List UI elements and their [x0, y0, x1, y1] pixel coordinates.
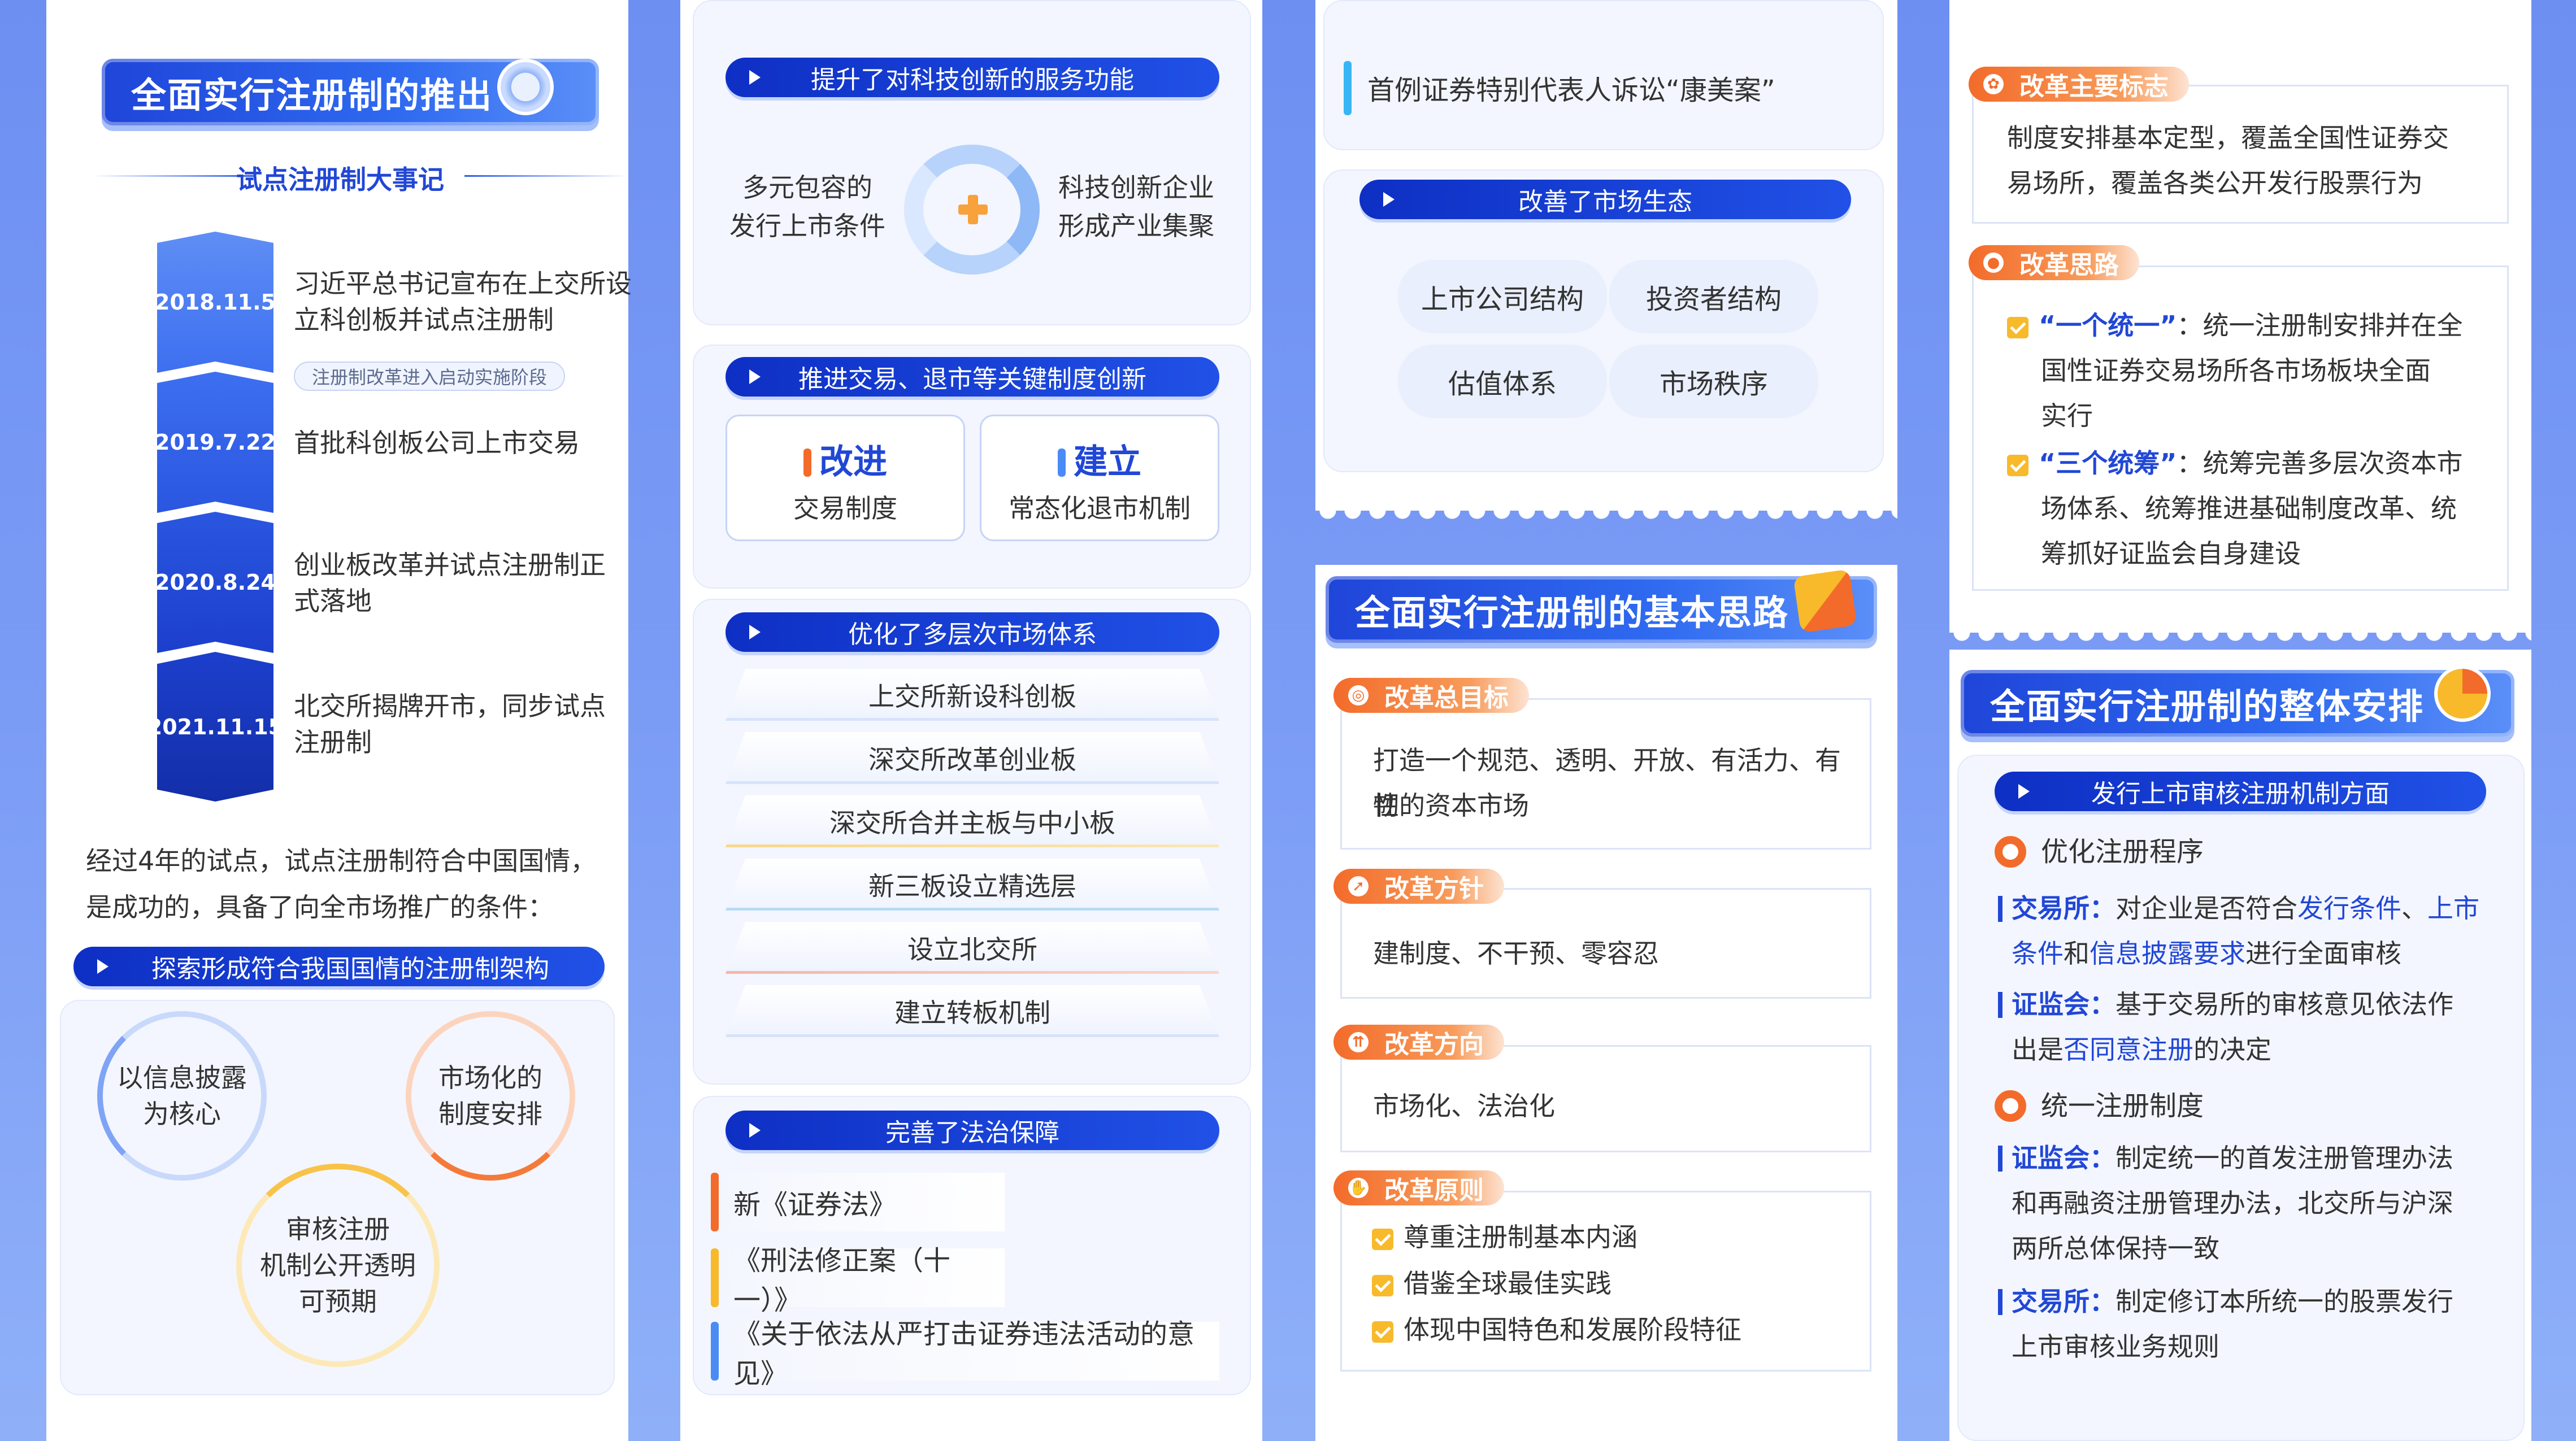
timeline-event-4: 北交所揭牌开市，同步试点注册制: [294, 691, 606, 757]
csrc-bar: [1998, 992, 2002, 1018]
tag-policy: ➚ 改革方针: [1333, 869, 1504, 904]
exchange-bar: [1998, 896, 2002, 922]
timeline-event-1: 习近平总书记宣布在上交所设立科创板并试点注册制: [294, 268, 632, 335]
box-establish-delisting: 建立 常态化退市机制: [980, 415, 1219, 541]
timeline-event-2: 首批科创板公司上市交易: [294, 428, 580, 458]
eco-market-order: 市场秩序: [1609, 345, 1818, 418]
bulb-icon: ●: [1983, 252, 2004, 273]
banner-title: 全面实行注册制的推出: [131, 75, 493, 116]
cycle-plus-icon: [904, 145, 1040, 275]
text-inclusive-conditions: 多元包容的 发行上市条件: [729, 172, 885, 241]
idea-2-line-2: 场体系、统筹推进基础制度改革、统: [2041, 493, 2457, 524]
pill-legal: 完善了法治保障: [726, 1111, 1219, 1150]
check-icon: [2007, 454, 2028, 476]
pill-review-mechanism: 发行上市审核注册机制方面: [1995, 772, 2486, 811]
tag-principles: ✋ 改革原则: [1333, 1170, 1504, 1205]
timeline-date-3: 2020.8.24: [157, 512, 273, 653]
pill-trading-delisting: 推进交易、退市等关键制度创新: [726, 357, 1219, 397]
timeline-date-4: 2021.11.15: [157, 652, 273, 802]
tag-direction: ⇈ 改革方向: [1333, 1025, 1504, 1060]
tag-main-marks: ✿ 改革主要标志: [1969, 67, 2189, 102]
section-unified-registration: 统一注册制度: [2041, 1090, 2204, 1122]
goal-text-2: 性的资本市场: [1373, 790, 1529, 821]
timeline-date-1: 2018.11.5: [157, 232, 273, 373]
circle-review-transparent: 审核注册 机制公开透明 可预期: [236, 1164, 440, 1367]
puzzle-icon: [1793, 569, 1857, 633]
circle-market-arrangement: 市场化的 制度安排: [406, 1011, 575, 1181]
direction-text: 市场化、法治化: [1373, 1091, 1555, 1121]
flag-icon: ✿: [1983, 74, 2004, 94]
timeline-date-2: 2019.7.22: [157, 372, 273, 513]
law-item-2: 《刑法修正案（十一）》: [711, 1245, 1005, 1316]
pill-market-ecology: 改善了市场生态: [1359, 180, 1851, 219]
target-icon: ◎: [1348, 685, 1369, 706]
timeline-subtitle: 试点注册制大事记: [236, 164, 444, 195]
stair-item-5: 设立北交所: [726, 922, 1219, 974]
stair-item-6: 建立转板机制: [726, 985, 1219, 1037]
csrc-decision-line-2: 出是否同意注册的决定: [2012, 1034, 2271, 1065]
idea-2-line-1: “三个统筹”：统筹完善多层次资本市: [2007, 441, 2504, 486]
stair-item-2: 深交所改革创业板: [726, 732, 1219, 784]
pie-chart-icon: [2434, 665, 2491, 722]
exchange2-bar: [1998, 1289, 2002, 1315]
banner-overall: 全面实行注册制的整体安排: [1961, 670, 2514, 737]
column-launch: 全面实行注册制的推出 试点注册制大事记 2018.11.5 2019.7.22 …: [46, 0, 632, 1441]
principle-2: 借鉴全球最佳实践: [1372, 1261, 1869, 1306]
timeline-subtitle-line-right: [464, 175, 628, 177]
principle-1: 尊重注册制基本内涵: [1372, 1214, 1869, 1260]
summary-line-1: 经过4年的试点，试点注册制符合中国国情，: [86, 846, 597, 876]
compass-icon: ➚: [1348, 876, 1369, 896]
timeline-event-3: 创业板改革并试点注册制正式落地: [294, 550, 606, 616]
eco-listed-companies: 上市公司结构: [1398, 260, 1607, 333]
clock-icon: [497, 59, 554, 115]
csrc-unified-line-1: 证监会：制定统一的首发注册管理办法: [2012, 1143, 2453, 1173]
timeline-note: 注册制改革进入启动实施阶段: [294, 362, 566, 391]
csrc-unified-line-2: 和再融资注册管理办法，北交所与沪深: [2012, 1188, 2453, 1218]
idea-2-line-3: 筹抓好证监会自身建设: [2041, 538, 2301, 569]
check-icon: [2007, 316, 2028, 338]
law-item-1: 新《证券法》: [711, 1173, 1005, 1231]
marks-text-1: 制度安排基本定型，覆盖全国性证券交: [2007, 123, 2449, 153]
csrc-decision-line-1: 证监会：基于交易所的审核意见依法作: [2012, 989, 2453, 1020]
principle-3: 体现中国特色和发展阶段特征: [1372, 1307, 1869, 1352]
bullet-dot-icon: [1995, 836, 2026, 868]
pill-multilevel: 优化了多层次市场体系: [726, 612, 1219, 652]
pill-tech-service: 提升了对科技创新的服务功能: [726, 58, 1219, 97]
check-icon: [1372, 1228, 1393, 1250]
exchange-review-line-1: 交易所：对企业是否符合发行条件、上市: [2012, 893, 2479, 924]
bullet-dot-icon: [1995, 1090, 2026, 1122]
pill-registration-framework: 探索形成符合我国国情的注册制架构: [73, 947, 605, 986]
tag-reform-ideas: ● 改革思路: [1969, 245, 2139, 280]
summary-line-2: 是成功的，具备了向全市场推广的条件：: [86, 892, 554, 922]
law-item-3: 《关于依法从严打击证券违法活动的意见》: [711, 1318, 1219, 1390]
eco-investors: 投资者结构: [1609, 260, 1818, 333]
circle-info-disclosure: 以信息披露 为核心: [97, 1011, 267, 1181]
marks-text-2: 易场所，覆盖各类公开发行股票行为: [2007, 168, 2423, 198]
tag-goal: ◎ 改革总目标: [1333, 678, 1529, 713]
stair-item-4: 新三板设立精选层: [726, 859, 1219, 911]
arrows-icon: ⇈: [1348, 1032, 1369, 1052]
csrc2-bar: [1998, 1146, 2002, 1172]
check-icon: [1372, 1321, 1393, 1343]
section-optimize-process: 优化注册程序: [2041, 836, 2204, 868]
policy-text: 建制度、不干预、零容忍: [1373, 938, 1659, 969]
eco-valuation: 估值体系: [1398, 345, 1607, 418]
csrc-unified-line-3: 两所总体保持一致: [2012, 1233, 2219, 1264]
idea-1-line-1: “一个统一”：统一注册制安排并在全: [2007, 303, 2504, 348]
exchange-rules-line-1: 交易所：制定修订本所统一的股票发行: [2012, 1286, 2453, 1317]
stair-item-1: 上交所新设科创板: [726, 669, 1219, 721]
box-improve-trading: 改进 交易制度: [726, 415, 965, 541]
text-industry-cluster: 科技创新企业 形成产业集聚: [1058, 172, 1214, 241]
exchange-rules-line-2: 上市审核业务规则: [2012, 1331, 2219, 1362]
hand-icon: ✋: [1348, 1178, 1369, 1198]
stair-item-3: 深交所合并主板与中小板: [726, 795, 1219, 847]
idea-1-line-2: 国性证券交易场所各市场板块全面: [2041, 355, 2431, 386]
exchange-review-line-2: 条件和信息披露要求进行全面审核: [2012, 938, 2401, 969]
idea-1-line-3: 实行: [2041, 400, 2093, 431]
case-bar: [1344, 61, 1352, 115]
check-icon: [1372, 1274, 1393, 1296]
case-text: 首例证券特别代表人诉讼“康美案”: [1367, 75, 1775, 106]
